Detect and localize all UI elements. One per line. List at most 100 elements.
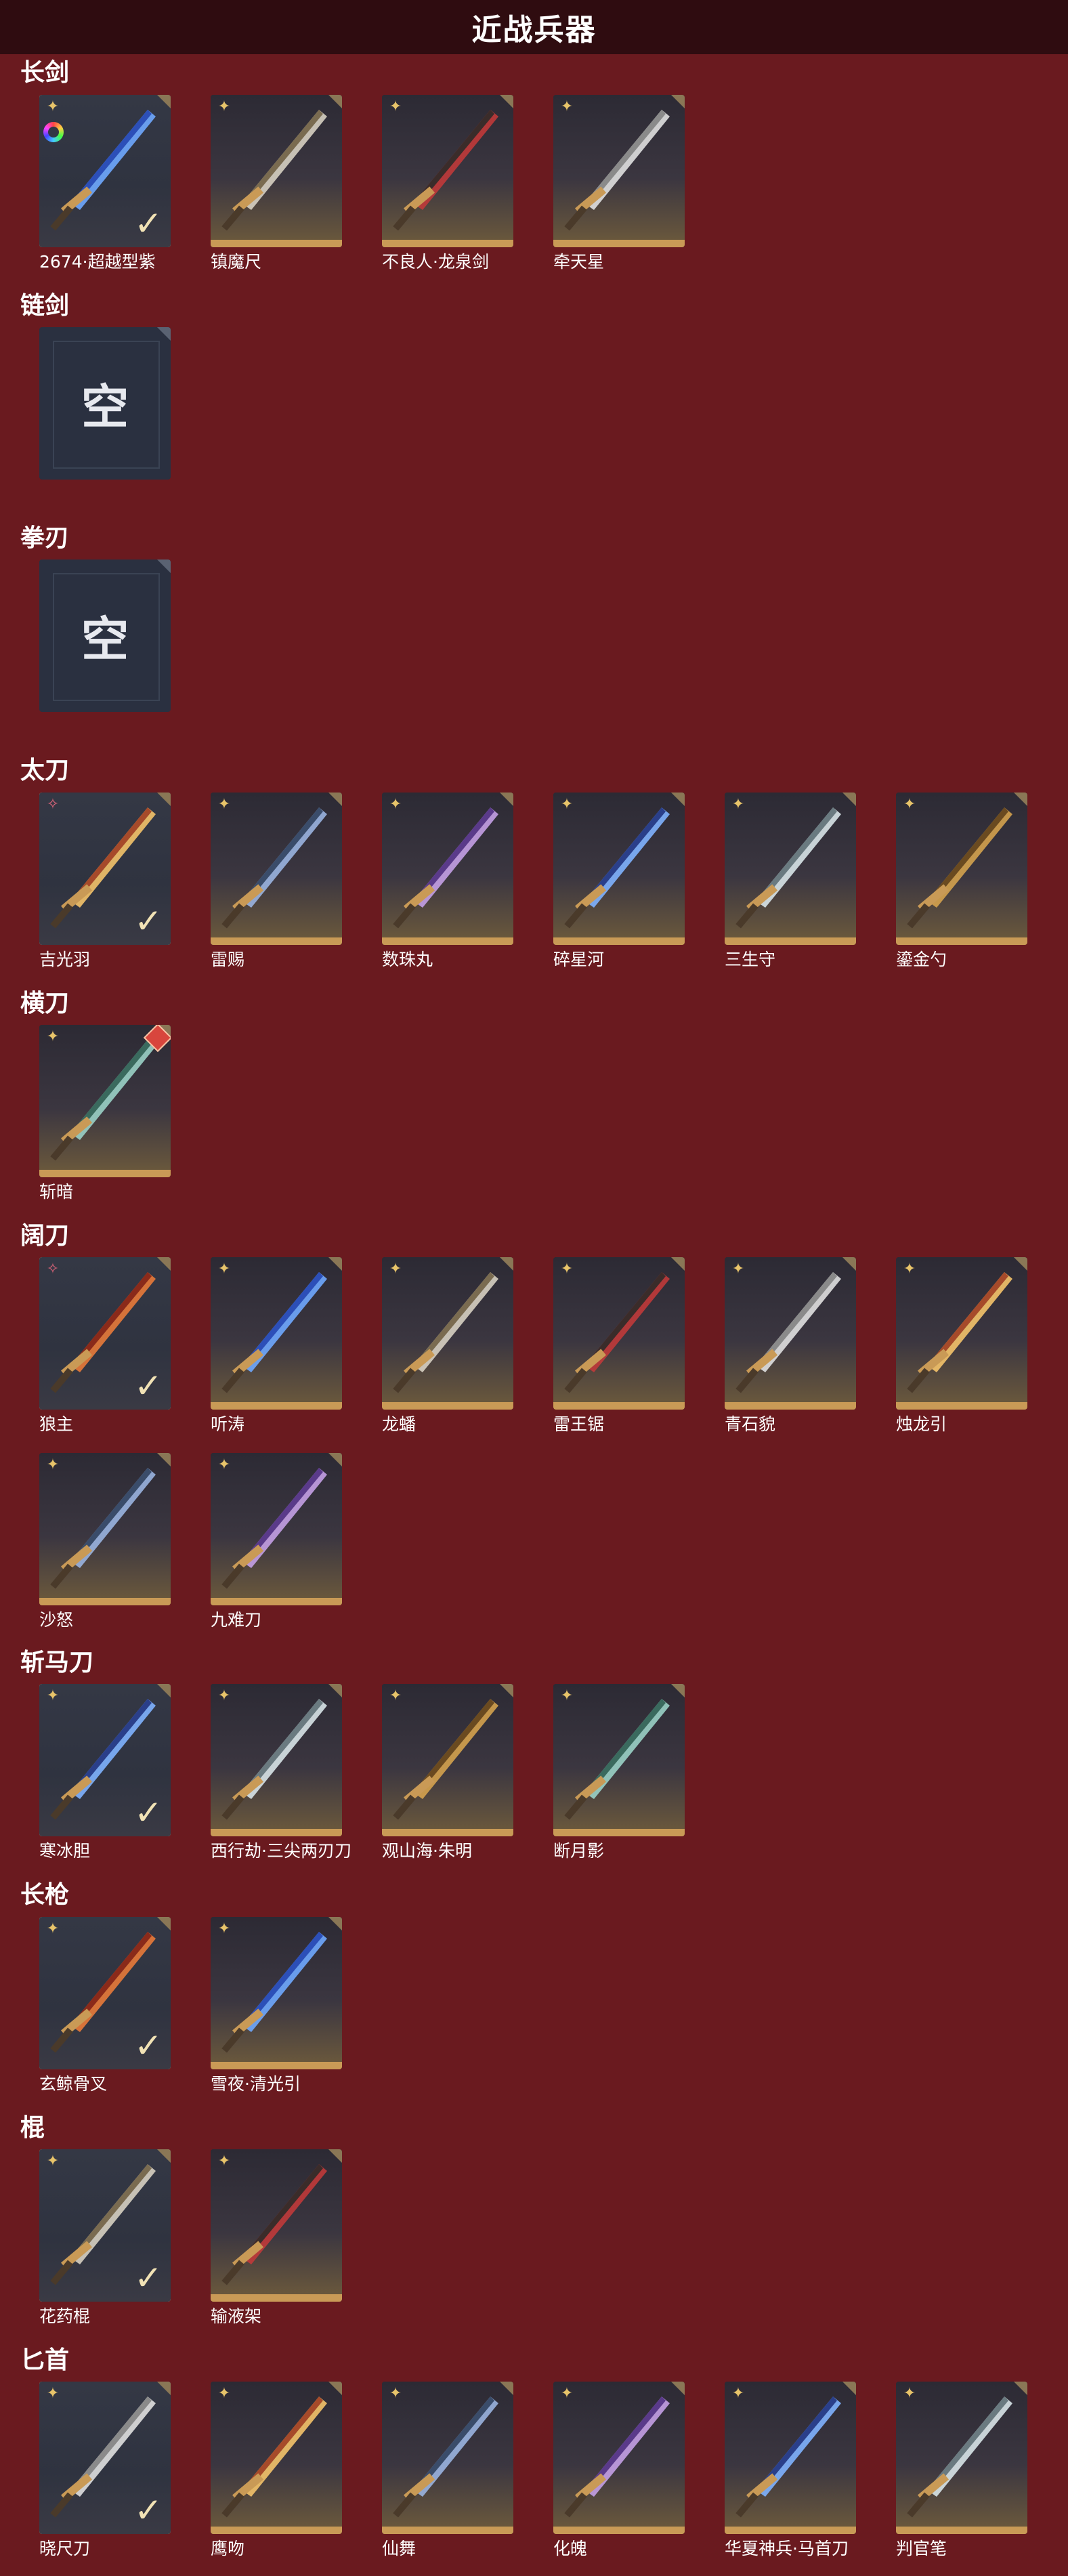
rarity-bar bbox=[382, 1829, 513, 1836]
weapon-card[interactable]: ✦ bbox=[725, 793, 856, 945]
empty-label: 空 bbox=[81, 612, 129, 667]
weapon-card[interactable]: ✦ bbox=[211, 793, 342, 945]
weapon-card[interactable]: ✦ bbox=[211, 1257, 342, 1410]
corner-mark bbox=[156, 793, 171, 807]
weapon-name: 不良人·龙泉剑 bbox=[382, 252, 489, 272]
weapon-card[interactable]: ✦ ✓ bbox=[39, 95, 171, 247]
category-label: 拳刃 bbox=[20, 524, 70, 552]
weapon-name: 听涛 bbox=[211, 1414, 245, 1434]
gold-star-icon: ✦ bbox=[217, 1687, 231, 1704]
gold-star-icon: ✦ bbox=[46, 2385, 60, 2402]
rarity-bar bbox=[725, 2527, 856, 2534]
weapon-card[interactable]: ✦ ✓ bbox=[39, 2149, 171, 2302]
weapon-name: 雷赐 bbox=[211, 950, 245, 969]
empty-label: 空 bbox=[81, 379, 129, 435]
weapon-card[interactable]: ✦ bbox=[211, 2382, 342, 2534]
weapon-card[interactable]: ✦ bbox=[725, 1257, 856, 1410]
corner-mark bbox=[670, 1684, 685, 1699]
weapon-name: 2674·超越型紫 bbox=[39, 252, 156, 272]
weapon-card[interactable]: ✧ ✓ bbox=[39, 793, 171, 945]
weapon-card[interactable]: ✦ bbox=[382, 1257, 513, 1410]
weapon-name: 断月影 bbox=[553, 1841, 605, 1861]
weapon-card[interactable]: ✦ bbox=[382, 793, 513, 945]
weapon-card[interactable]: ✦ bbox=[211, 2149, 342, 2302]
sword-icon bbox=[393, 110, 498, 231]
weapon-card[interactable]: ✦ bbox=[211, 1917, 342, 2069]
glaive-icon bbox=[564, 1699, 670, 1820]
weapon-name: 镇魔尺 bbox=[211, 252, 262, 272]
weapon-card[interactable]: ✦ bbox=[382, 95, 513, 247]
gold-star-icon: ✦ bbox=[46, 1687, 60, 1704]
rarity-bar bbox=[211, 240, 342, 247]
rarity-bar bbox=[211, 1402, 342, 1410]
checkmark-icon: ✓ bbox=[134, 2026, 163, 2065]
corner-mark bbox=[1012, 2382, 1027, 2396]
gold-star-icon: ✦ bbox=[217, 1920, 231, 1937]
weapon-card[interactable]: ✦ ✓ bbox=[39, 1917, 171, 2069]
empty-slot[interactable]: 空 bbox=[39, 327, 171, 480]
broadsword-icon bbox=[221, 1468, 327, 1589]
weapon-card[interactable]: ✦ bbox=[553, 1684, 685, 1836]
weapon-card[interactable]: ✦ bbox=[553, 1257, 685, 1410]
weapon-card[interactable]: ✦ ✓ bbox=[39, 2382, 171, 2534]
gold-star-icon: ✦ bbox=[903, 796, 916, 813]
weapon-card[interactable]: ✦ ✓ bbox=[39, 1684, 171, 1836]
gold-star-icon: ✦ bbox=[560, 98, 574, 115]
dagger-icon bbox=[735, 2396, 841, 2518]
spear-icon bbox=[221, 1932, 327, 2053]
weapon-card[interactable]: ✦ bbox=[211, 95, 342, 247]
katana-icon bbox=[221, 807, 327, 929]
rarity-bar bbox=[553, 937, 685, 945]
weapon-card[interactable]: ✦ bbox=[553, 793, 685, 945]
weapon-card[interactable]: ✦ bbox=[896, 1257, 1027, 1410]
brush-icon bbox=[907, 2396, 1012, 2518]
gold-star-icon: ✦ bbox=[903, 1261, 916, 1278]
weapon-card[interactable]: ✦ bbox=[211, 1684, 342, 1836]
empty-slot[interactable]: 空 bbox=[39, 559, 171, 712]
weapon-card[interactable]: ✦ bbox=[553, 2382, 685, 2534]
rarity-bar bbox=[896, 2527, 1027, 2534]
weapon-card[interactable]: ✦ bbox=[39, 1453, 171, 1605]
weapon-card[interactable]: ✦ bbox=[553, 95, 685, 247]
gold-star-icon: ✦ bbox=[731, 2385, 745, 2402]
gold-star-icon: ✦ bbox=[217, 98, 231, 115]
category-label: 斩马刀 bbox=[20, 1649, 94, 1676]
weapon-name: 狼主 bbox=[39, 1414, 74, 1434]
corner-mark bbox=[327, 2382, 342, 2396]
weapon-card[interactable]: ✦ bbox=[725, 2382, 856, 2534]
corner-mark bbox=[498, 793, 513, 807]
rainbow-ring-icon bbox=[43, 122, 64, 142]
gold-star-icon: ✦ bbox=[389, 2385, 402, 2402]
weapon-card[interactable]: ✦ bbox=[896, 793, 1027, 945]
weapon-name: 仙舞 bbox=[382, 2539, 416, 2558]
corner-mark bbox=[327, 2149, 342, 2164]
corner-mark bbox=[156, 2149, 171, 2164]
weapon-card[interactable]: ✦ bbox=[39, 1025, 171, 1177]
weapon-card[interactable]: ✦ bbox=[382, 1684, 513, 1836]
weapon-name: 斩暗 bbox=[39, 1182, 74, 1202]
gold-star-icon: ✦ bbox=[217, 1261, 231, 1278]
category-label: 棍 bbox=[20, 2114, 45, 2142]
rarity-bar bbox=[553, 240, 685, 247]
weapon-card[interactable]: ✦ bbox=[382, 2382, 513, 2534]
weapon-card[interactable]: ✦ bbox=[211, 1453, 342, 1605]
sword-icon bbox=[221, 110, 327, 231]
red-star-icon: ✧ bbox=[46, 1261, 60, 1278]
corner-mark bbox=[156, 95, 171, 110]
rarity-bar bbox=[211, 2062, 342, 2069]
rarity-bar bbox=[896, 1402, 1027, 1410]
weapon-name: 玄鲸骨叉 bbox=[39, 2074, 108, 2094]
broadsword-icon bbox=[564, 1272, 670, 1393]
rarity-bar bbox=[211, 2527, 342, 2534]
sword-icon bbox=[564, 110, 670, 231]
weapon-name: 鎏金勺 bbox=[896, 950, 947, 969]
broadsword-icon bbox=[735, 1272, 841, 1393]
dagger-icon bbox=[221, 2396, 327, 2518]
corner-mark bbox=[841, 1257, 856, 1272]
weapon-card[interactable]: ✧ ✓ bbox=[39, 1257, 171, 1410]
gold-star-icon: ✦ bbox=[903, 2385, 916, 2402]
weapon-card[interactable]: ✦ bbox=[896, 2382, 1027, 2534]
checkmark-icon: ✓ bbox=[134, 1366, 163, 1406]
gold-star-icon: ✦ bbox=[560, 1687, 574, 1704]
weapon-name: 雷王锯 bbox=[553, 1414, 605, 1434]
